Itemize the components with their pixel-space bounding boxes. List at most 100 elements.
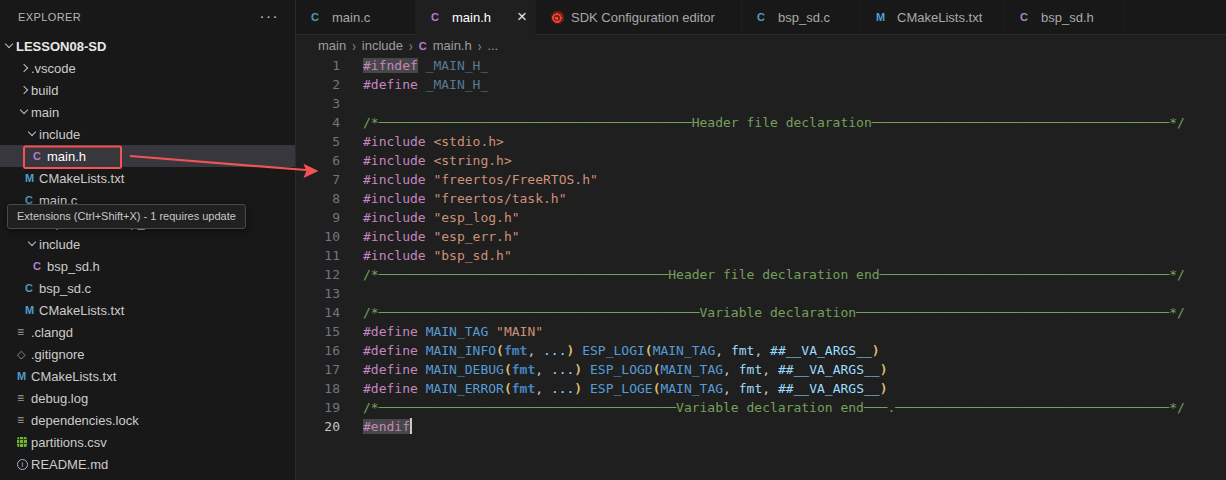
code-line-16[interactable]: 16#define MAIN_INFO(fmt, ...) ESP_LOGI(M… — [296, 341, 1226, 360]
line-number: 14 — [296, 303, 340, 322]
cmake-file-icon: M — [25, 299, 39, 321]
breadcrumb-item[interactable]: include — [362, 38, 403, 53]
tree-item-label: build — [31, 83, 64, 98]
tree-item-dependencies-lock[interactable]: ≡dependencies.lock — [0, 409, 295, 431]
code-line-20[interactable]: 20#endif — [296, 417, 1226, 436]
chevron-down-icon — [4, 39, 16, 53]
file-tree: LESSON08-SD.vscode build main include Cmain.… — [0, 35, 295, 475]
tree-item-main[interactable]: main — [0, 101, 295, 123]
breadcrumb-item[interactable]: main — [318, 38, 346, 53]
chevron-right-icon — [19, 61, 31, 75]
code-line-11[interactable]: 11 #include "bsp_sd.h" — [296, 246, 1226, 265]
code-line-text: #include "esp_err.h" — [363, 227, 520, 246]
c-file-icon: C — [25, 277, 39, 299]
line-number: 4 — [296, 113, 340, 132]
tree-item-bsp-sd-h[interactable]: Cbsp_sd.h — [0, 255, 295, 277]
breadcrumb-item[interactable]: ... — [487, 38, 498, 53]
code-line-4[interactable]: 4 /*─────────────────────────────────────… — [296, 113, 1226, 132]
line-number: 10 — [296, 227, 340, 246]
line-number: 6 — [296, 151, 340, 170]
tree-item-lesson08-sd[interactable]: LESSON08-SD — [0, 35, 295, 57]
line-number: 5 — [296, 132, 340, 151]
tree-item-cmakelists-txt[interactable]: MCMakeLists.txt — [0, 167, 295, 189]
tree-item-cmakelists-txt[interactable]: MCMakeLists.txt — [0, 299, 295, 321]
tree-item-include[interactable]: include — [0, 233, 295, 255]
tree-item-label: .gitignore — [31, 347, 90, 362]
line-number: 13 — [296, 284, 340, 303]
tab-bar-filler — [1125, 0, 1226, 35]
code-line-10[interactable]: 10 #include "esp_err.h" — [296, 227, 1226, 246]
tree-item-label: partitions.csv — [31, 435, 113, 450]
text-file-icon: ≡ — [17, 321, 31, 343]
c-header-file-icon: C — [33, 255, 47, 277]
code-line-19[interactable]: 19/*────────────────────────────────────… — [296, 398, 1226, 417]
cmake-file-icon: M — [25, 167, 39, 189]
code-line-8[interactable]: 8#include "freertos/task.h" — [296, 189, 1226, 208]
tree-item-label: CMakeLists.txt — [39, 171, 130, 186]
csv-grid-icon — [17, 437, 27, 447]
gitignore-icon: ◇ — [17, 343, 31, 365]
tree-item-label: README.md — [31, 457, 114, 472]
code-line-3[interactable]: 3 — [296, 94, 1226, 113]
tree-item-main-h[interactable]: Cmain.h — [0, 145, 295, 167]
tab-main-h[interactable]: Cmain.h× — [416, 0, 536, 35]
code-line-text: /*──────────────────────────────────────… — [363, 303, 1185, 322]
tab-bsp-sd-c[interactable]: Cbsp_sd.c — [742, 0, 861, 35]
tab-cmakelists-txt[interactable]: MCMakeLists.txt — [861, 0, 1005, 35]
tree-item--gitignore[interactable]: ◇.gitignore — [0, 343, 295, 365]
code-line-15[interactable]: 15#define MAIN_TAG "MAIN" — [296, 322, 1226, 341]
editor-area: Cmain.cCmain.h×SDK Configuration editorC… — [296, 0, 1226, 480]
vscode-window: EXPLORER ··· LESSON08-SD.vscode build main… — [0, 0, 1226, 480]
code-line-1[interactable]: 1#ifndef _MAIN_H_ — [296, 56, 1226, 75]
tree-item-cmakelists-txt[interactable]: MCMakeLists.txt — [0, 365, 295, 387]
more-actions-icon[interactable]: ··· — [260, 7, 280, 24]
tab-bsp-sd-h[interactable]: Cbsp_sd.h — [1005, 0, 1125, 35]
code-line-12[interactable]: 12/*────────────────────────────────────… — [296, 265, 1226, 284]
code-line-17[interactable]: 17#define MAIN_DEBUG(fmt, ...) ESP_LOGD(… — [296, 360, 1226, 379]
extensions-tooltip: Extensions (Ctrl+Shift+X) - 1 requires u… — [7, 204, 246, 229]
cmake-file-icon: M — [17, 365, 31, 387]
tab-sdk-configuration-editor[interactable]: SDK Configuration editor — [536, 0, 742, 35]
chevron-down-icon — [27, 237, 39, 251]
readme-info-icon: i — [17, 459, 28, 470]
cmake-file-icon: M — [876, 11, 890, 23]
code-line-14[interactable]: 14 /*────────────────────────────────────… — [296, 303, 1226, 322]
tab-main-c[interactable]: Cmain.c — [296, 0, 416, 35]
line-number: 11 — [296, 246, 340, 265]
explorer-title: EXPLORER — [18, 11, 81, 23]
code-line-2[interactable]: 2#define _MAIN_H_ — [296, 75, 1226, 94]
code-line-18[interactable]: 18#define MAIN_ERROR(fmt, ...) ESP_LOGE(… — [296, 379, 1226, 398]
code-line-text: /*─────────────────────────────────────H… — [363, 265, 1185, 284]
line-number: 18 — [296, 379, 340, 398]
code-line-text: #include "freertos/FreeRTOS.h" — [363, 170, 598, 189]
code-line-13[interactable]: 13 — [296, 284, 1226, 303]
tab-label: bsp_sd.h — [1041, 10, 1094, 25]
tree-item-include[interactable]: include — [0, 123, 295, 145]
code-line-7[interactable]: 7#include "freertos/FreeRTOS.h" — [296, 170, 1226, 189]
code-line-5[interactable]: 5#include <stdio.h> — [296, 132, 1226, 151]
breadcrumb-separator-icon: › — [352, 38, 356, 53]
tree-item-readme-md[interactable]: iREADME.md — [0, 453, 295, 475]
code-line-text: /*──────────────────────────────────────… — [363, 113, 1185, 132]
close-icon[interactable]: × — [517, 9, 527, 25]
code-line-text: #include "esp_log.h" — [363, 208, 520, 227]
tree-item-label: .clangd — [31, 325, 79, 340]
code-line-text: #include "bsp_sd.h" — [363, 246, 512, 265]
tree-item-label: include — [39, 127, 86, 142]
tree-item-bsp-sd-c[interactable]: Cbsp_sd.c — [0, 277, 295, 299]
tree-item--clangd[interactable]: ≡.clangd — [0, 321, 295, 343]
c-header-file-icon: C — [1020, 11, 1034, 23]
explorer-sidebar: EXPLORER ··· LESSON08-SD.vscode build main… — [0, 0, 296, 480]
code-line-6[interactable]: 6#include <string.h> — [296, 151, 1226, 170]
breadcrumb-separator-icon: › — [409, 38, 413, 53]
code-line-9[interactable]: 9 #include "esp_log.h" — [296, 208, 1226, 227]
tree-item-build[interactable]: build — [0, 79, 295, 101]
breadcrumb-item[interactable]: main.h — [433, 38, 472, 53]
line-number: 9 — [296, 208, 340, 227]
tree-item-debug-log[interactable]: ≡debug.log — [0, 387, 295, 409]
code-editor[interactable]: 1#ifndef _MAIN_H_2#define _MAIN_H_34 /*──… — [296, 56, 1226, 436]
tree-item--vscode[interactable]: .vscode — [0, 57, 295, 79]
line-number: 1 — [296, 56, 340, 75]
c-file-icon: C — [311, 11, 325, 23]
tree-item-partitions-csv[interactable]: partitions.csv — [0, 431, 295, 453]
